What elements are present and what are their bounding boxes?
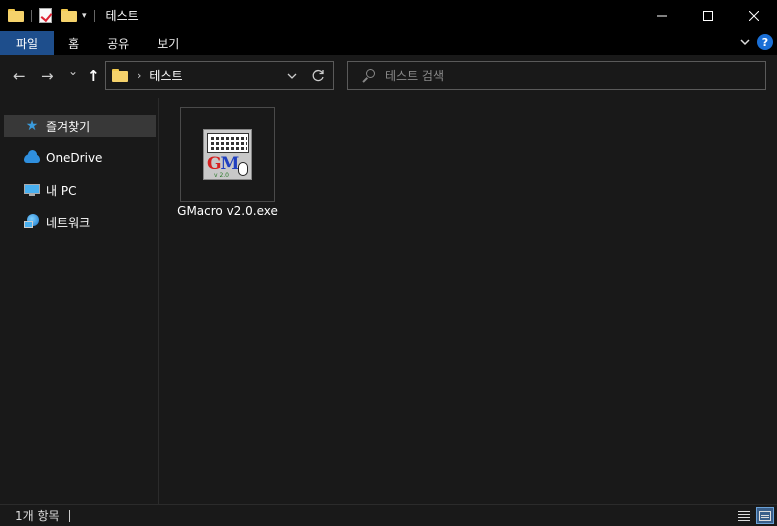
large-icons-view-icon (759, 510, 771, 521)
cloud-icon (24, 149, 40, 166)
mouse-icon (238, 162, 248, 176)
properties-icon[interactable] (39, 8, 52, 23)
keyboard-icon (207, 133, 249, 153)
large-icons-view-button[interactable] (756, 507, 774, 524)
file-name[interactable]: GMacro v2.0.exe (174, 204, 281, 218)
folder-icon (112, 69, 128, 82)
sidebar-item-label: 네트워크 (46, 215, 91, 230)
search-box[interactable] (347, 61, 766, 90)
star-icon: ★ (25, 118, 39, 134)
view-switcher (735, 507, 774, 524)
status-bar: 1개 항목 (0, 504, 777, 526)
file-list: GM v 2.0 GMacro v2.0.exe (160, 98, 777, 504)
navigation-bar: ← → ⌄ ↑ › 테스트 (0, 55, 777, 98)
search-input[interactable] (385, 68, 745, 83)
address-bar[interactable]: › 테스트 (105, 61, 334, 90)
recent-locations-dropdown[interactable]: ⌄ (68, 64, 78, 78)
up-button[interactable]: ↑ (87, 67, 100, 85)
toolbar-divider (93, 9, 95, 22)
expand-ribbon-icon[interactable] (740, 38, 750, 46)
details-view-icon (738, 510, 750, 521)
tab-file[interactable]: 파일 (0, 31, 55, 55)
ribbon-right-controls: ? (740, 34, 773, 50)
item-count: 1개 항목 (15, 509, 60, 523)
back-button[interactable]: ← (13, 67, 26, 85)
sidebar-item-label: 즐겨찾기 (46, 119, 91, 134)
details-view-button[interactable] (735, 507, 753, 524)
close-icon (749, 10, 759, 21)
title-bar: ▾ 테스트 (0, 0, 777, 31)
customize-toolbar-dropdown-icon[interactable]: ▾ (82, 11, 87, 21)
sidebar-item-this-pc[interactable]: 내 PC (4, 179, 156, 201)
minimize-icon (657, 15, 667, 16)
window-controls (639, 0, 777, 31)
refresh-icon[interactable] (312, 69, 325, 82)
navigation-pane: ★ 즐겨찾기 OneDrive 내 PC 네트워크 (0, 98, 159, 504)
sidebar-item-quick-access[interactable]: ★ 즐겨찾기 (4, 115, 156, 137)
chevron-right-icon[interactable]: › (137, 69, 141, 82)
minimize-button[interactable] (639, 0, 685, 31)
file-item[interactable]: GM v 2.0 GMacro v2.0.exe (177, 107, 278, 219)
chevron-down-icon[interactable] (287, 73, 297, 80)
breadcrumb-item[interactable]: 테스트 (149, 67, 182, 84)
sidebar-item-onedrive[interactable]: OneDrive (4, 147, 156, 169)
new-folder-icon[interactable] (61, 9, 77, 22)
app-logo-text: GM (207, 154, 239, 174)
sidebar-item-label: 내 PC (46, 183, 77, 198)
tab-view[interactable]: 보기 (143, 31, 193, 55)
toolbar-divider (31, 9, 32, 22)
forward-button[interactable]: → (41, 67, 54, 85)
help-icon[interactable]: ? (757, 34, 773, 50)
status-divider (68, 509, 70, 522)
maximize-button[interactable] (685, 0, 731, 31)
tab-share[interactable]: 공유 (93, 31, 143, 55)
window-title: 테스트 (105, 9, 139, 23)
network-icon (24, 214, 40, 230)
app-icon-version: v 2.0 (214, 172, 229, 179)
ribbon-tabs: 파일 홈 공유 보기 ? (0, 31, 777, 55)
maximize-icon (703, 10, 713, 21)
quick-access-toolbar: ▾ 테스트 (0, 0, 139, 31)
sidebar-item-network[interactable]: 네트워크 (4, 211, 156, 233)
search-icon (361, 68, 375, 83)
folder-icon[interactable] (8, 9, 24, 22)
close-button[interactable] (731, 0, 777, 31)
sidebar-item-label: OneDrive (46, 151, 103, 165)
gmacro-app-icon: GM v 2.0 (203, 129, 252, 180)
pc-icon (24, 182, 40, 198)
tab-home[interactable]: 홈 (54, 31, 93, 55)
